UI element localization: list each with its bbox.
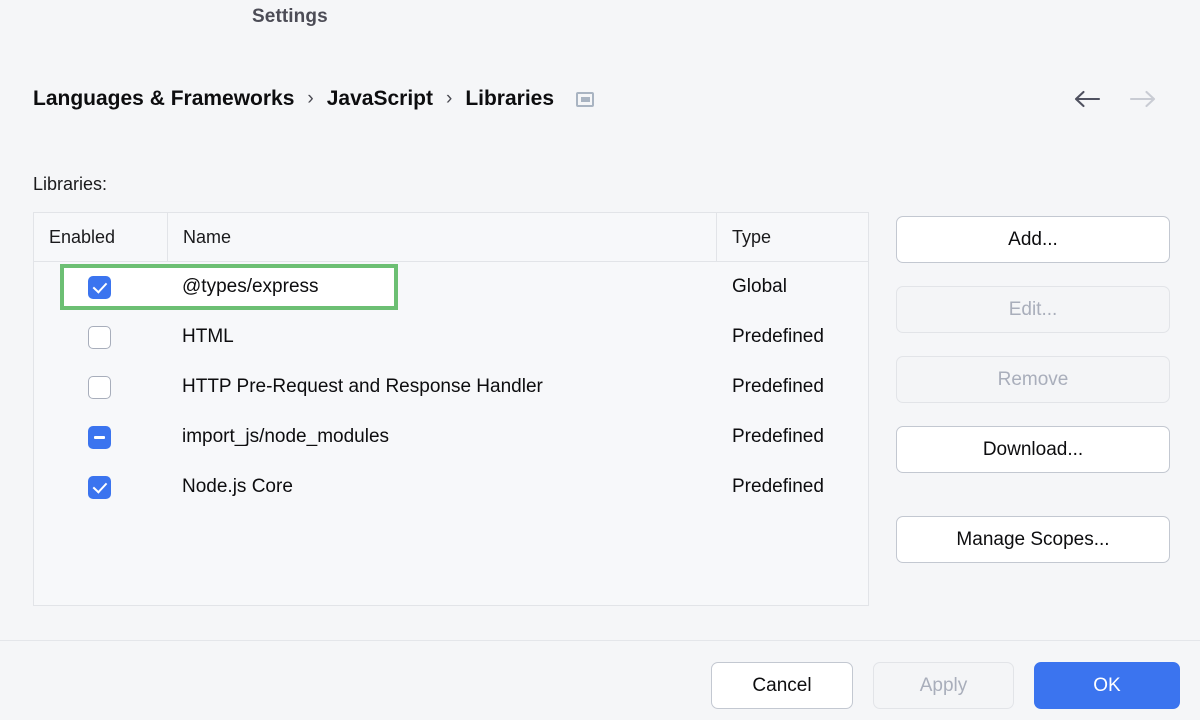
apply-button: Apply: [873, 662, 1014, 709]
add-button[interactable]: Add...: [896, 216, 1170, 263]
breadcrumb-separator-icon: ›: [446, 88, 452, 110]
row-name-cell: HTML: [168, 326, 717, 348]
checkbox-unchecked-icon[interactable]: [88, 376, 111, 399]
checkbox-indeterminate-icon[interactable]: [88, 426, 111, 449]
row-name-cell: HTTP Pre-Request and Response Handler: [168, 376, 717, 398]
row-name-cell: @types/express: [168, 276, 717, 298]
remove-button: Remove: [896, 356, 1170, 403]
arrow-left-icon[interactable]: [1072, 84, 1102, 114]
column-header-type[interactable]: Type: [717, 213, 868, 261]
row-name-cell: Node.js Core: [168, 476, 717, 498]
cancel-button[interactable]: Cancel: [711, 662, 853, 709]
download-button[interactable]: Download...: [896, 426, 1170, 473]
library-actions-panel: Add... Edit... Remove Download... Manage…: [896, 216, 1170, 563]
table-row[interactable]: HTML Predefined: [34, 312, 868, 362]
libraries-section-label: Libraries:: [33, 174, 107, 195]
checkbox-checked-icon[interactable]: [88, 476, 111, 499]
row-type-cell: Predefined: [717, 426, 868, 448]
window-title: Settings: [252, 6, 328, 28]
row-enabled-cell[interactable]: [34, 426, 168, 449]
arrow-right-icon: [1128, 84, 1158, 114]
row-name-cell: import_js/node_modules: [168, 426, 717, 448]
checkbox-checked-icon[interactable]: [88, 276, 111, 299]
breadcrumb-item-javascript[interactable]: JavaScript: [327, 87, 433, 111]
row-enabled-cell[interactable]: [34, 326, 168, 349]
row-enabled-cell[interactable]: [34, 376, 168, 399]
navigation-arrows: [1072, 84, 1158, 114]
table-row[interactable]: import_js/node_modules Predefined: [34, 412, 868, 462]
checkbox-unchecked-icon[interactable]: [88, 326, 111, 349]
footer-divider: [0, 640, 1200, 641]
libraries-table: Enabled Name Type @types/express Global …: [33, 212, 869, 606]
breadcrumb: Languages & Frameworks › JavaScript › Li…: [33, 80, 1180, 118]
column-header-enabled[interactable]: Enabled: [34, 213, 168, 261]
edit-button: Edit...: [896, 286, 1170, 333]
table-row[interactable]: HTTP Pre-Request and Response Handler Pr…: [34, 362, 868, 412]
breadcrumb-item-libraries: Libraries: [465, 87, 554, 111]
row-enabled-cell[interactable]: [34, 476, 168, 499]
column-header-name[interactable]: Name: [168, 213, 717, 261]
table-header-row: Enabled Name Type: [34, 213, 868, 262]
dialog-footer: Cancel Apply OK: [711, 662, 1180, 709]
breadcrumb-separator-icon: ›: [307, 88, 313, 110]
breadcrumb-item-languages-frameworks[interactable]: Languages & Frameworks: [33, 87, 294, 111]
table-row[interactable]: @types/express Global: [34, 262, 868, 312]
ok-button[interactable]: OK: [1034, 662, 1180, 709]
table-row[interactable]: Node.js Core Predefined: [34, 462, 868, 512]
panel-toggle-icon[interactable]: [576, 92, 594, 107]
row-type-cell: Global: [717, 276, 868, 298]
row-type-cell: Predefined: [717, 326, 868, 348]
manage-scopes-button[interactable]: Manage Scopes...: [896, 516, 1170, 563]
row-type-cell: Predefined: [717, 376, 868, 398]
row-enabled-cell[interactable]: [34, 276, 168, 299]
row-type-cell: Predefined: [717, 476, 868, 498]
